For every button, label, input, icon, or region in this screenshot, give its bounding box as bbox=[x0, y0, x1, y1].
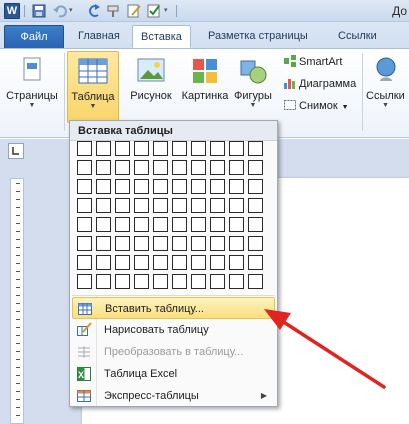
annotation-arrow-icon bbox=[264, 309, 386, 389]
